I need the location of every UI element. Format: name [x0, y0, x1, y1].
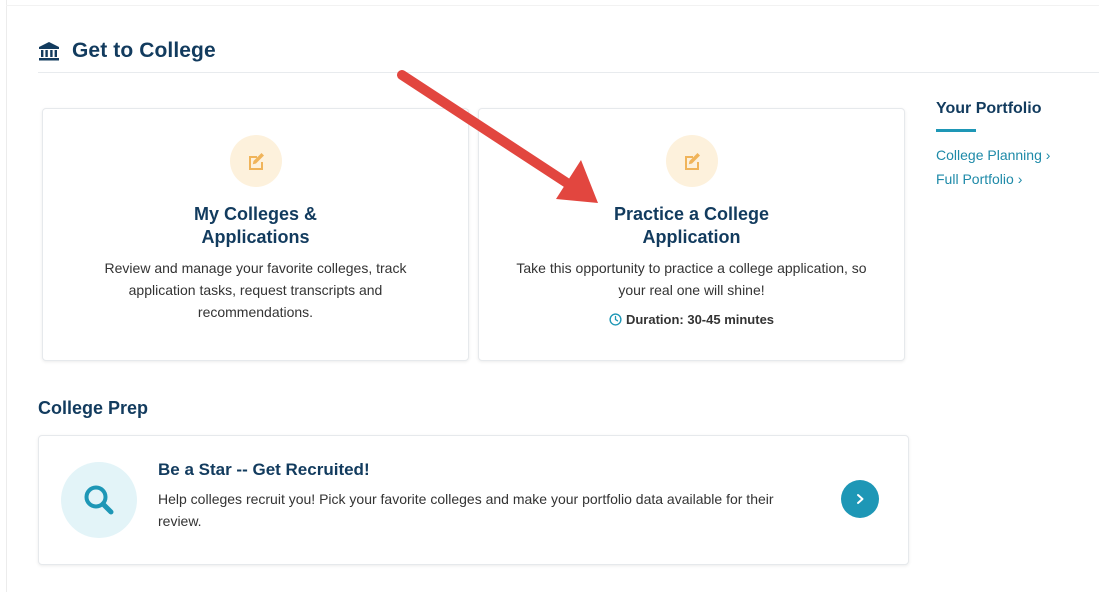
page: Get to College My Colleges & Application…: [0, 0, 1099, 592]
search-icon: [84, 485, 114, 515]
section-header: Get to College: [38, 36, 216, 66]
full-portfolio-link[interactable]: Full Portfolio ›: [936, 167, 1096, 191]
header-divider: [38, 72, 1099, 73]
left-border: [6, 0, 7, 592]
card-description: Take this opportunity to practice a coll…: [516, 260, 867, 298]
card-title: Practice a College Application: [613, 204, 770, 247]
college-planning-link[interactable]: College Planning ›: [936, 143, 1096, 167]
get-recruited-card[interactable]: Be a Star -- Get Recruited! Help college…: [38, 435, 909, 565]
page-title: Get to College: [72, 39, 216, 62]
duration-label: Duration: 30-45 minutes: [479, 312, 904, 327]
my-colleges-card[interactable]: My Colleges & Applications Review and ma…: [42, 108, 469, 361]
search-icon-circle: [61, 462, 137, 538]
prep-item-title: Be a Star -- Get Recruited!: [158, 460, 370, 479]
card-icon-circle: [229, 135, 282, 187]
card-title: My Colleges & Applications: [193, 204, 318, 247]
portfolio-title: Your Portfolio: [936, 100, 1042, 117]
top-border: [6, 5, 1099, 6]
practice-application-card[interactable]: Practice a College Application Take this…: [478, 108, 905, 361]
card-icon-circle: [665, 135, 718, 187]
bank-icon: [39, 42, 59, 61]
edit-icon: [684, 153, 700, 170]
open-get-recruited-button[interactable]: [841, 480, 879, 518]
portfolio-sidebar: Your Portfolio College Planning › Full P…: [936, 100, 1096, 191]
portfolio-accent-bar: [936, 129, 976, 132]
chevron-right-icon: [857, 494, 864, 504]
clock-icon: [609, 313, 622, 326]
college-prep-title: College Prep: [38, 398, 149, 418]
card-description: Review and manage your favorite colleges…: [104, 260, 407, 320]
edit-icon: [248, 153, 264, 170]
prep-item-description: Help colleges recruit you! Pick your fav…: [158, 491, 774, 529]
